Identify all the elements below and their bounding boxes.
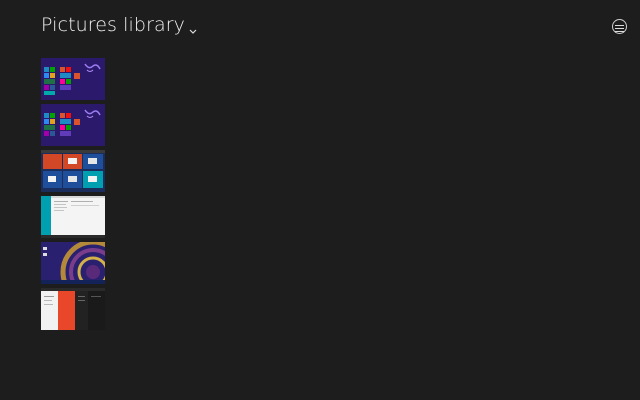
picture-thumbnail[interactable] bbox=[41, 288, 105, 330]
page-title: Pictures library bbox=[41, 14, 186, 36]
picture-thumbnail[interactable] bbox=[41, 104, 105, 146]
chevron-down-icon bbox=[188, 22, 198, 34]
picture-thumbnail[interactable] bbox=[41, 58, 105, 100]
view-options-button[interactable] bbox=[612, 19, 627, 34]
library-title-dropdown[interactable]: Pictures library bbox=[41, 14, 198, 36]
pictures-grid bbox=[41, 58, 105, 330]
menu-lines-icon bbox=[615, 17, 624, 36]
picture-thumbnail[interactable] bbox=[41, 150, 105, 192]
picture-thumbnail[interactable] bbox=[41, 242, 105, 284]
picture-thumbnail[interactable] bbox=[41, 196, 105, 238]
